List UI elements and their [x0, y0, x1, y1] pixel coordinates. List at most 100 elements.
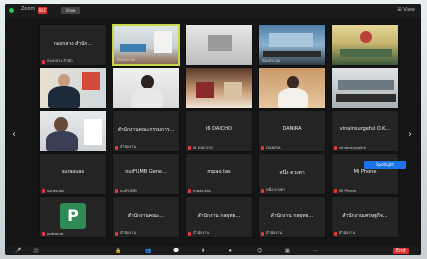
- participant-label: สำนักงาน: [266, 230, 282, 235]
- participant-video: [186, 68, 252, 108]
- room-object: [208, 35, 232, 51]
- room-banner: [120, 44, 146, 52]
- participant-label: i6 DAICHO: [193, 145, 213, 150]
- participant-tile[interactable]: กองกลาง สำนัก... กองกลาง สำนัก: [39, 24, 107, 66]
- participant-name: Mi Phone: [353, 169, 377, 175]
- muted-mic-icon: [261, 189, 264, 193]
- participants-icon[interactable]: 👥: [145, 248, 151, 254]
- window-title: Zoom: [21, 6, 36, 12]
- participant-tile[interactable]: P pattanat: [39, 196, 107, 238]
- participant-label: สำนักงาน: [120, 144, 136, 149]
- participant-video: [259, 68, 325, 108]
- recording-badge: REC: [38, 7, 47, 14]
- participant-tile[interactable]: สำนักงานคณะกรรมการ... สำนักงาน: [112, 110, 180, 152]
- chat-bubble-icon[interactable]: 💬: [173, 248, 179, 254]
- mute-mic-icon[interactable]: 🎤: [15, 248, 21, 254]
- screen: [84, 119, 102, 145]
- participant-name: nuiFUMB Gene...: [125, 169, 167, 175]
- muted-mic-icon: [188, 189, 191, 193]
- participant-label: ห้องประชุม: [117, 57, 136, 62]
- participant-label: surasuas: [47, 188, 64, 193]
- person-body: [131, 88, 163, 108]
- view-menu[interactable]: ⊞ View: [397, 7, 415, 13]
- muted-mic-icon: [334, 189, 337, 193]
- wall-decor: [224, 82, 242, 98]
- apps-grid-icon[interactable]: ▦: [285, 248, 290, 254]
- participant-name: กองกลาง สำนัก...: [53, 41, 93, 47]
- room-table: [336, 94, 396, 102]
- participant-name: สำนักงานคณะกรรมการ...: [117, 127, 175, 133]
- participant-tile[interactable]: [258, 67, 326, 109]
- participant-video: [113, 68, 179, 108]
- participant-tile[interactable]: DANIRA DANIRA: [258, 110, 326, 152]
- end-meeting-button[interactable]: End: [393, 248, 409, 254]
- participant-tile[interactable]: ห้องประชุม: [258, 24, 326, 66]
- participant-tile[interactable]: mpao.tas mpao.tas: [185, 153, 253, 195]
- app-window: Zoom REC View ⊞ View ‹ › กองกลาง สำนัก..…: [0, 0, 427, 259]
- participant-tile[interactable]: สำนักงาน กลยุทธ... สำนักงาน: [258, 196, 326, 238]
- view-button[interactable]: View: [61, 7, 80, 14]
- muted-mic-icon: [261, 232, 264, 236]
- meeting-toolbar: 🎤 🎥 🔒 👥 💬 ⬆ ⏺ ☺ ▦ ⋯ End: [5, 247, 421, 255]
- poster: [82, 72, 100, 90]
- participant-name: หนึ่ง ดวงตา: [279, 170, 305, 176]
- participant-tile[interactable]: surasuas surasuas: [39, 153, 107, 195]
- prev-page-arrow-icon[interactable]: ‹: [12, 129, 16, 140]
- participant-tile[interactable]: สำนักงานคณะ... สำนักงาน: [112, 196, 180, 238]
- top-bar: Zoom REC View ⊞ View: [5, 4, 421, 18]
- participant-label: Mi Phone: [339, 188, 357, 193]
- next-page-arrow-icon[interactable]: ›: [408, 129, 412, 140]
- muted-mic-icon: [188, 232, 191, 236]
- participant-label: ห้องประชุม: [262, 58, 281, 63]
- muted-mic-icon: [115, 232, 118, 236]
- participant-video: [40, 111, 106, 151]
- participant-name: surasuas: [61, 169, 85, 175]
- participant-tile-active-speaker[interactable]: ห้องประชุม: [112, 24, 180, 66]
- participant-tile[interactable]: [331, 67, 399, 109]
- participant-tile[interactable]: สำนักงาน กลยุทธ... สำนักงาน: [185, 196, 253, 238]
- muted-mic-icon: [188, 146, 191, 150]
- participant-tile[interactable]: [112, 67, 180, 109]
- participant-label: vinainsurgeful: [339, 145, 366, 150]
- muted-mic-icon: [42, 232, 45, 236]
- share-screen-icon[interactable]: ⬆: [201, 248, 205, 254]
- participant-video: [332, 68, 398, 108]
- emblem: [360, 31, 372, 43]
- participant-label: หนึ่ง ดวงตา: [266, 187, 286, 192]
- security-lock-icon[interactable]: 🔒: [115, 248, 121, 254]
- participant-label: กองกลาง สำนัก: [47, 58, 73, 63]
- participant-tile[interactable]: [39, 110, 107, 152]
- muted-mic-icon: [115, 146, 118, 150]
- room-table: [340, 49, 392, 57]
- participant-tile[interactable]: i6 DAICHO i6 DAICHO: [185, 110, 253, 152]
- participant-tile[interactable]: vinainsurgeful O.K... vinainsurgeful: [331, 110, 399, 152]
- participant-name: mpao.tas: [207, 169, 231, 175]
- reactions-icon[interactable]: ☺: [257, 248, 262, 254]
- person-body: [48, 86, 80, 108]
- participant-label: nuiFUMB: [120, 188, 137, 193]
- record-icon[interactable]: ⏺: [229, 248, 232, 254]
- more-options-icon[interactable]: ⋯: [313, 248, 318, 254]
- muted-mic-icon: [115, 189, 118, 193]
- participant-name: สำนักงาน กลยุทธ...: [197, 213, 241, 219]
- participant-label: สำนักงาน: [339, 230, 355, 235]
- room-table: [263, 51, 321, 57]
- participant-tile[interactable]: Mi Phone Mi Phone: [331, 153, 399, 195]
- participant-tile[interactable]: [185, 24, 253, 66]
- participant-name: DANIRA: [282, 126, 302, 132]
- spotlight-badge[interactable]: Spotlight: [364, 161, 406, 169]
- participant-tile[interactable]: nuiFUMB Gene... nuiFUMB: [112, 153, 180, 195]
- security-shield-icon[interactable]: [9, 8, 14, 13]
- person-head: [54, 117, 68, 132]
- person-body: [46, 131, 78, 151]
- participant-video: [332, 25, 398, 65]
- participant-tile[interactable]: [185, 67, 253, 109]
- participant-tile[interactable]: [39, 67, 107, 109]
- participant-tile[interactable]: สำนักงานเศรษฐกิจ... สำนักงาน: [331, 196, 399, 238]
- participant-tile[interactable]: [331, 24, 399, 66]
- video-camera-icon[interactable]: 🎥: [33, 248, 39, 254]
- participant-tile[interactable]: หนึ่ง ดวงตา หนึ่ง ดวงตา: [258, 153, 326, 195]
- muted-mic-icon: [261, 146, 264, 150]
- participant-label: mpao.tas: [193, 188, 211, 193]
- participant-label: DANIRA: [266, 145, 281, 150]
